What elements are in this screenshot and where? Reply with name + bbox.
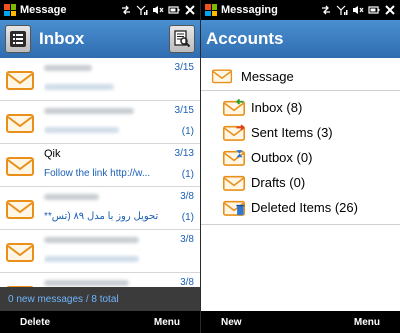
folder-label: Deleted Items (26) <box>251 200 358 215</box>
message-row[interactable]: 3/15 (1) <box>0 101 200 144</box>
accounts-pane: Messaging Accounts Message Inbox (8) Sen… <box>200 0 400 333</box>
softkey-bar: Delete Menu <box>0 311 200 333</box>
folder-sent-items[interactable]: Sent Items (3) <box>201 120 400 145</box>
divider <box>201 224 400 225</box>
folder-inbox[interactable]: Inbox (8) <box>201 95 400 120</box>
connectivity-icon <box>320 4 332 16</box>
message-list: 3/15 3/15 (1) Qik Follow the link http:/… <box>0 58 200 287</box>
page-title: Inbox <box>39 29 85 48</box>
envelope-icon <box>0 101 40 143</box>
close-icon[interactable] <box>384 4 396 16</box>
message-summary: 0 new messages / 8 total <box>0 287 200 311</box>
volume-muted-icon <box>352 4 364 16</box>
folder-drafts[interactable]: Drafts (0) <box>201 170 400 195</box>
accounts-list: Message Inbox (8) Sent Items (3) Outbox … <box>201 58 400 311</box>
inbox-titlebar: Inbox <box>0 20 200 58</box>
envelope-forward-icon <box>0 273 40 287</box>
message-subject: Follow the link http://w... <box>44 168 151 179</box>
folder-label: Drafts (0) <box>251 175 306 190</box>
folder-label: Inbox (8) <box>251 100 303 115</box>
volume-muted-icon <box>152 4 164 16</box>
accounts-titlebar: Accounts <box>201 20 400 58</box>
message-row[interactable]: 3/15 <box>0 58 200 101</box>
folder-outbox[interactable]: Outbox (0) <box>201 145 400 170</box>
battery-icon <box>168 4 180 16</box>
drafts-icon <box>223 174 245 192</box>
subject-redacted <box>44 82 162 93</box>
subject-redacted <box>44 125 162 136</box>
signal-icon <box>136 4 148 16</box>
sender-redacted <box>44 277 129 287</box>
connectivity-icon <box>120 4 132 16</box>
message-subject: تحویل روز با مدل ۸۹ (تس** <box>44 211 159 222</box>
search-document-icon <box>174 30 191 48</box>
subject-redacted <box>44 254 162 265</box>
list-icon <box>10 31 26 47</box>
menu-softkey[interactable]: Menu <box>354 317 380 328</box>
deleted-items-icon <box>223 199 245 217</box>
close-icon[interactable] <box>184 4 196 16</box>
account-name: Message <box>241 68 294 84</box>
message-date: 3/15 <box>174 62 194 73</box>
page-title: Accounts <box>206 29 284 48</box>
inbox-icon <box>223 98 245 117</box>
envelope-icon <box>0 144 40 186</box>
sent-items-icon <box>223 124 245 142</box>
battery-icon <box>368 4 380 16</box>
message-count: (1) <box>181 212 194 223</box>
envelope-icon <box>211 68 233 84</box>
status-title: Message <box>20 4 67 16</box>
status-bar: Message <box>0 0 200 20</box>
windows-start-icon[interactable] <box>4 4 16 16</box>
message-date: 3/15 <box>174 105 194 116</box>
sender-redacted <box>44 62 92 74</box>
windows-start-icon[interactable] <box>205 4 217 16</box>
envelope-icon <box>0 187 40 229</box>
envelope-icon <box>0 58 40 100</box>
status-title: Messaging <box>221 4 278 16</box>
message-row[interactable]: تحویل روز با مدل ۸۹ (تس** 3/8 (1) <box>0 187 200 230</box>
message-row[interactable]: 3/8 <box>0 230 200 273</box>
message-row[interactable]: 3/8 <box>0 273 200 287</box>
folder-label: Outbox (0) <box>251 150 313 165</box>
message-date: 3/8 <box>180 191 194 202</box>
signal-icon <box>336 4 348 16</box>
outbox-icon <box>223 149 245 167</box>
sender-redacted <box>44 234 139 246</box>
inbox-pane: Message Inbox 3/15 3/15 (1) Qik Follow t… <box>0 0 200 333</box>
message-count: (1) <box>181 126 194 137</box>
search-button[interactable] <box>169 25 195 53</box>
message-date: 3/8 <box>180 234 194 245</box>
message-count: (1) <box>181 169 194 180</box>
sender-redacted <box>44 105 134 117</box>
sender-redacted <box>44 191 99 203</box>
message-sender: Qik <box>44 148 61 160</box>
message-row[interactable]: Qik Follow the link http://w... 3/13 (1) <box>0 144 200 187</box>
menu-softkey[interactable]: Menu <box>154 317 180 328</box>
folder-list-button[interactable] <box>5 25 31 53</box>
new-softkey[interactable]: New <box>221 317 242 328</box>
folder-deleted-items[interactable]: Deleted Items (26) <box>201 195 400 220</box>
folder-label: Sent Items (3) <box>251 125 333 140</box>
account-message[interactable]: Message <box>201 64 400 88</box>
status-bar: Messaging <box>201 0 400 20</box>
message-date: 3/8 <box>180 277 194 287</box>
message-date: 3/13 <box>174 148 194 159</box>
envelope-icon <box>0 230 40 272</box>
delete-softkey[interactable]: Delete <box>20 317 50 328</box>
divider <box>201 90 400 91</box>
softkey-bar: New Menu <box>201 311 400 333</box>
